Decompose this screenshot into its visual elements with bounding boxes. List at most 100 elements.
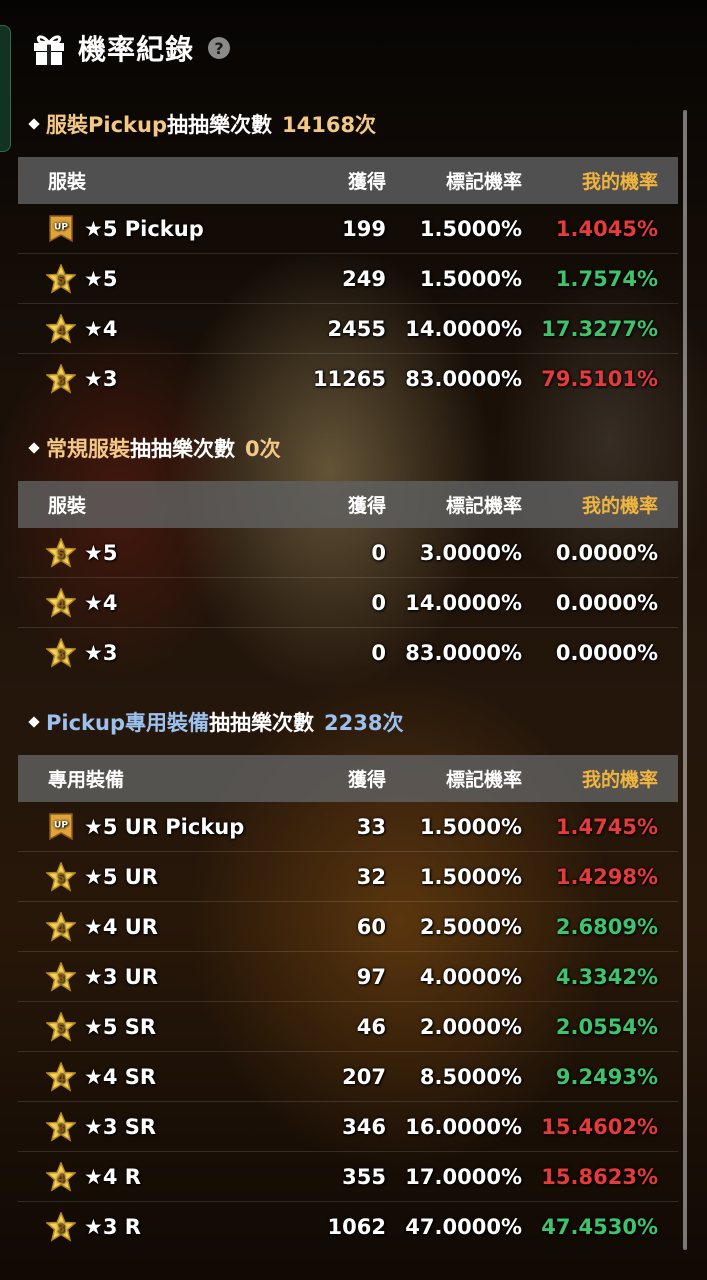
help-icon[interactable]: ? xyxy=(208,37,231,59)
listed-rate: 47.0000% xyxy=(405,1214,522,1239)
listed-rate: 3.0000% xyxy=(419,540,522,565)
obtained-count: 249 xyxy=(342,266,386,291)
section-name: Pickup專用裝備 xyxy=(46,711,209,735)
obtained-count: 33 xyxy=(356,814,386,839)
star-5-icon: 5 xyxy=(46,1011,84,1042)
section-label: 抽抽樂次數 xyxy=(209,711,314,735)
draw-count: 2238次 xyxy=(324,711,404,735)
obtained-count: 97 xyxy=(356,964,386,989)
header-my-rate: 我的機率 xyxy=(581,769,658,791)
header-listed-rate: 標記機率 xyxy=(445,495,522,517)
rarity-cell: 3 ★3 R xyxy=(18,1211,268,1242)
svg-text:3: 3 xyxy=(57,647,65,661)
my-rate: 9.2493% xyxy=(555,1064,658,1089)
rarity-label: ★3 R xyxy=(84,1214,141,1239)
obtained-count: 32 xyxy=(356,864,386,889)
rarity-cell: 4 ★4 xyxy=(18,587,268,618)
listed-rate: 14.0000% xyxy=(405,316,522,341)
section-name: 服裝Pickup xyxy=(46,113,167,137)
my-rate: 2.6809% xyxy=(555,914,658,939)
table-row: 4 ★4 SR 207 8.5000% 9.2493% xyxy=(18,1052,678,1102)
obtained-count: 355 xyxy=(342,1164,386,1189)
probability-table: 專用裝備 獲得 標記機率 我的機率 UP ★5 UR Pickup 33 1.5000% 1.4… xyxy=(18,755,678,1251)
table-row: 3 ★3 R 1062 47.0000% 47.4530% xyxy=(18,1202,678,1251)
table-header: 服裝 獲得 標記機率 我的機率 xyxy=(18,481,678,528)
rarity-cell: 3 ★3 UR xyxy=(18,961,268,992)
listed-rate: 83.0000% xyxy=(405,366,522,391)
diamond-bullet-icon xyxy=(28,716,40,728)
star-5-icon: 5 xyxy=(46,861,84,892)
table-row: 3 ★3 0 83.0000% 0.0000% xyxy=(18,628,678,677)
draw-count: 0次 xyxy=(245,437,281,461)
gift-icon xyxy=(34,35,64,65)
my-rate: 0.0000% xyxy=(555,590,658,615)
rarity-cell: 5 ★5 UR xyxy=(18,861,268,892)
my-rate: 4.3342% xyxy=(555,964,658,989)
rarity-label: ★4 SR xyxy=(84,1064,157,1089)
my-rate: 15.4602% xyxy=(541,1114,658,1139)
my-rate: 0.0000% xyxy=(555,640,658,665)
section-title: Pickup專用裝備 抽抽樂次數 2238次 xyxy=(28,707,404,737)
rarity-cell: 4 ★4 UR xyxy=(18,911,268,942)
rarity-cell: 3 ★3 SR xyxy=(18,1111,268,1142)
rarity-label: ★5 xyxy=(84,540,118,565)
star-3-icon: 3 xyxy=(46,1111,84,1142)
my-rate: 1.4298% xyxy=(555,864,658,889)
rarity-label: ★3 UR xyxy=(84,964,158,989)
svg-text:UP: UP xyxy=(54,222,68,232)
table-row: 4 ★4 UR 60 2.5000% 2.6809% xyxy=(18,902,678,952)
rarity-label: ★3 SR xyxy=(84,1114,157,1139)
svg-text:4: 4 xyxy=(57,597,65,611)
obtained-count: 0 xyxy=(371,640,386,665)
star-3-icon: 3 xyxy=(46,961,84,992)
header-obtained: 獲得 xyxy=(347,495,386,517)
diamond-bullet-icon xyxy=(28,442,40,454)
table-header: 服裝 獲得 標記機率 我的機率 xyxy=(18,157,678,204)
listed-rate: 2.0000% xyxy=(419,1014,522,1039)
my-rate: 79.5101% xyxy=(541,366,658,391)
listed-rate: 14.0000% xyxy=(405,590,522,615)
listed-rate: 1.5000% xyxy=(419,864,522,889)
section-name: 常規服裝 xyxy=(46,437,130,461)
svg-text:4: 4 xyxy=(57,323,65,337)
my-rate: 47.4530% xyxy=(541,1214,658,1239)
obtained-count: 1062 xyxy=(327,1214,386,1239)
rarity-label: ★5 xyxy=(84,266,118,291)
svg-text:5: 5 xyxy=(57,273,65,287)
obtained-count: 207 xyxy=(342,1064,386,1089)
up-badge-icon: UP xyxy=(46,214,84,244)
draw-count: 14168次 xyxy=(282,113,377,137)
page-title: 機率紀錄 xyxy=(78,33,195,66)
diamond-bullet-icon xyxy=(28,118,40,130)
obtained-count: 46 xyxy=(356,1014,386,1039)
listed-rate: 17.0000% xyxy=(405,1164,522,1189)
probability-table: 服裝 獲得 標記機率 我的機率 UP ★5 Pickup 199 1.5000% 1.4045%… xyxy=(18,157,678,403)
listed-rate: 4.0000% xyxy=(419,964,522,989)
star-5-icon: 5 xyxy=(46,263,84,294)
table-row: 5 ★5 SR 46 2.0000% 2.0554% xyxy=(18,1002,678,1052)
section-label: 抽抽樂次數 xyxy=(167,113,272,137)
table-row: 4 ★4 0 14.0000% 0.0000% xyxy=(18,578,678,628)
listed-rate: 1.5000% xyxy=(419,216,522,241)
table-row: 4 ★4 2455 14.0000% 17.3277% xyxy=(18,304,678,354)
rarity-cell: 5 ★5 SR xyxy=(18,1011,268,1042)
scrollbar[interactable] xyxy=(683,110,687,1250)
obtained-count: 2455 xyxy=(327,316,386,341)
rarity-cell: UP ★5 UR Pickup xyxy=(18,812,268,842)
table-row: 3 ★3 SR 346 16.0000% 15.4602% xyxy=(18,1102,678,1152)
svg-text:3: 3 xyxy=(57,1221,65,1235)
star-3-icon: 3 xyxy=(46,637,84,668)
obtained-count: 60 xyxy=(356,914,386,939)
rarity-cell: 4 ★4 R xyxy=(18,1161,268,1192)
rarity-label: ★4 xyxy=(84,590,118,615)
header-name: 專用裝備 xyxy=(48,769,125,791)
svg-text:5: 5 xyxy=(57,1021,65,1035)
obtained-count: 0 xyxy=(371,540,386,565)
side-drawer-tab[interactable] xyxy=(0,25,11,152)
rarity-label: ★4 UR xyxy=(84,914,158,939)
rarity-cell: 5 ★5 xyxy=(18,537,268,568)
svg-text:3: 3 xyxy=(57,373,65,387)
probability-table: 服裝 獲得 標記機率 我的機率 5 ★5 0 3.0000% 0.0000% 4 ★4 0 14.000… xyxy=(18,481,678,677)
table-row: 3 ★3 11265 83.0000% 79.5101% xyxy=(18,354,678,403)
section-title: 服裝Pickup 抽抽樂次數 14168次 xyxy=(28,109,377,139)
